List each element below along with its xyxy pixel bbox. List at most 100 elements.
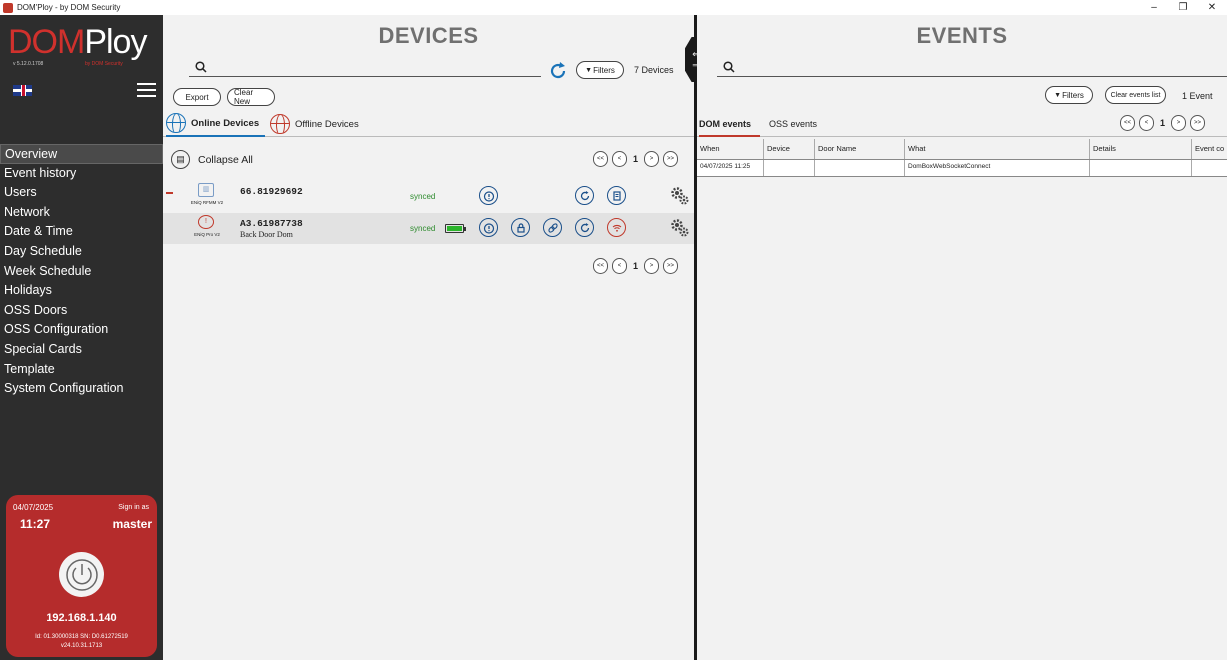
column-header-what[interactable]: What bbox=[905, 139, 1090, 159]
pager-next-button[interactable]: > bbox=[1171, 115, 1187, 131]
tab-online-devices[interactable]: Online Devices bbox=[166, 111, 266, 137]
pager-next-button[interactable]: > bbox=[644, 258, 660, 274]
table-row[interactable]: 04/07/2025 11:25 DomBoxWebSocketConnect bbox=[697, 159, 1227, 177]
devices-count: 7 Devices bbox=[634, 65, 674, 75]
sidebar: DOMPloy v 5.12.0.1708 by DOM Security Ov… bbox=[0, 15, 163, 660]
tab-dom-events[interactable]: DOM events bbox=[699, 113, 761, 137]
device-door-name: Back Door Dom bbox=[240, 230, 293, 239]
cell-device bbox=[764, 160, 815, 176]
devices-tabs: Online Devices Offline Devices bbox=[163, 111, 694, 137]
window-title: DOM'Ploy - by DOM Security bbox=[17, 3, 121, 12]
pager-last-button[interactable]: >> bbox=[663, 258, 679, 274]
sidebar-item-overview[interactable]: Overview bbox=[0, 144, 163, 164]
alarm-clock-icon[interactable] bbox=[479, 186, 498, 205]
wifi-icon[interactable] bbox=[607, 218, 626, 237]
pager-prev-button[interactable]: < bbox=[612, 258, 628, 274]
pager-last-button[interactable]: >> bbox=[663, 151, 679, 167]
tab-offline-devices[interactable]: Offline Devices bbox=[270, 111, 359, 137]
pager-first-button[interactable]: << bbox=[593, 258, 609, 274]
pager-last-button[interactable]: >> bbox=[1190, 115, 1206, 131]
session-user: master bbox=[112, 517, 152, 531]
sidebar-item-holidays[interactable]: Holidays bbox=[0, 281, 163, 301]
sidebar-item-week-schedule[interactable]: Week Schedule bbox=[0, 262, 163, 282]
device-row[interactable]: ▥ ENiQ RFMM V2 66.81929692 synced bbox=[163, 181, 694, 212]
column-header-event-code[interactable]: Event co bbox=[1192, 139, 1227, 159]
collapse-all-button[interactable]: ▤ Collapse All bbox=[171, 150, 253, 169]
search-icon bbox=[723, 60, 735, 78]
ip-address: 192.168.1.140 bbox=[46, 612, 117, 624]
alarm-clock-icon[interactable] bbox=[479, 218, 498, 237]
by-dom-label: by DOM Security bbox=[85, 61, 123, 67]
cell-details bbox=[1090, 160, 1192, 176]
filter-icon: ▼ bbox=[1054, 91, 1062, 99]
sidebar-item-oss-configuration[interactable]: OSS Configuration bbox=[0, 320, 163, 340]
link-icon[interactable] bbox=[543, 218, 562, 237]
devices-panel: DEVICES ▼ Filters 7 Devices Export Clear … bbox=[163, 15, 694, 660]
sidebar-item-oss-doors[interactable]: OSS Doors bbox=[0, 301, 163, 321]
sidebar-item-network[interactable]: Network bbox=[0, 203, 163, 223]
sidebar-item-users[interactable]: Users bbox=[0, 183, 163, 203]
search-icon bbox=[195, 60, 207, 78]
events-title: EVENTS bbox=[916, 23, 1008, 48]
settings-gear-icon[interactable] bbox=[669, 185, 691, 212]
minimize-icon[interactable]: – bbox=[1140, 0, 1168, 15]
devices-search-input[interactable] bbox=[213, 61, 495, 75]
app-icon bbox=[3, 2, 13, 13]
pager-first-button[interactable]: << bbox=[593, 151, 609, 167]
device-row[interactable]: ! ENiQ Pro V2 A3.61987738 Back Door Dom … bbox=[163, 213, 694, 244]
tab-oss-events[interactable]: OSS events bbox=[769, 113, 817, 137]
sync-device-icon[interactable] bbox=[575, 186, 594, 205]
events-table-header: When Device Door Name What Details Event… bbox=[697, 139, 1227, 159]
events-search bbox=[717, 60, 1227, 77]
device-id: A3.61987738 bbox=[240, 218, 303, 229]
events-search-input[interactable] bbox=[741, 61, 1149, 75]
devices-search bbox=[189, 60, 541, 77]
device-sync-status: synced bbox=[410, 192, 436, 201]
sync-device-icon[interactable] bbox=[575, 218, 594, 237]
devices-filters-button[interactable]: ▼ Filters bbox=[576, 61, 624, 79]
sidebar-item-system-configuration[interactable]: System Configuration bbox=[0, 379, 163, 399]
pager-prev-button[interactable]: < bbox=[612, 151, 628, 167]
events-pager: << < 1 > >> bbox=[1118, 115, 1207, 131]
uk-flag-icon[interactable] bbox=[13, 85, 32, 96]
sidebar-item-day-schedule[interactable]: Day Schedule bbox=[0, 242, 163, 262]
session-panel: 04/07/2025 11:27 Sign in as master 192.1… bbox=[6, 495, 157, 657]
device-info-icon[interactable] bbox=[607, 186, 626, 205]
pager-next-button[interactable]: > bbox=[644, 151, 660, 167]
sidebar-item-event-history[interactable]: Event history bbox=[0, 164, 163, 184]
clear-events-button[interactable]: Clear events list bbox=[1105, 86, 1166, 104]
close-icon[interactable]: ✕ bbox=[1198, 0, 1226, 15]
events-table: When Device Door Name What Details Event… bbox=[697, 139, 1227, 177]
events-panel: EVENTS ▼ Filters Clear events list 1 Even… bbox=[697, 15, 1227, 660]
hamburger-menu-icon[interactable] bbox=[137, 83, 156, 97]
events-count: 1 Event bbox=[1182, 91, 1213, 101]
app-version: v 5.12.0.1708 bbox=[13, 61, 44, 67]
clear-new-button[interactable]: Clear New bbox=[227, 88, 275, 106]
column-header-details[interactable]: Details bbox=[1090, 139, 1192, 159]
column-header-door-name[interactable]: Door Name bbox=[815, 139, 905, 159]
column-header-when[interactable]: When bbox=[697, 139, 764, 159]
sidebar-nav: Overview Event history Users Network Dat… bbox=[0, 144, 163, 399]
lock-icon[interactable] bbox=[511, 218, 530, 237]
session-time: 11:27 bbox=[20, 517, 51, 531]
power-icon[interactable] bbox=[59, 552, 104, 597]
sidebar-item-special-cards[interactable]: Special Cards bbox=[0, 340, 163, 360]
window-titlebar: DOM'Ploy - by DOM Security – ❐ ✕ bbox=[0, 0, 1227, 15]
collapse-icon: ▤ bbox=[171, 150, 190, 169]
pager-first-button[interactable]: << bbox=[1120, 115, 1136, 131]
device-type-label: ENiQ RFMM V2 bbox=[190, 200, 224, 205]
settings-gear-icon[interactable] bbox=[669, 217, 691, 244]
export-button[interactable]: Export bbox=[173, 88, 221, 106]
cell-door-name bbox=[815, 160, 905, 176]
sidebar-item-template[interactable]: Template bbox=[0, 360, 163, 380]
restore-icon[interactable]: ❐ bbox=[1169, 0, 1197, 15]
refresh-icon[interactable] bbox=[548, 61, 568, 86]
pager-prev-button[interactable]: < bbox=[1139, 115, 1155, 131]
events-filters-button[interactable]: ▼ Filters bbox=[1045, 86, 1093, 104]
pager-current-page: 1 bbox=[633, 154, 639, 164]
sidebar-item-date-time[interactable]: Date & Time bbox=[0, 222, 163, 242]
column-header-device[interactable]: Device bbox=[764, 139, 815, 159]
cell-what: DomBoxWebSocketConnect bbox=[905, 160, 1090, 176]
battery-icon bbox=[445, 224, 466, 233]
globe-offline-icon bbox=[270, 114, 290, 134]
